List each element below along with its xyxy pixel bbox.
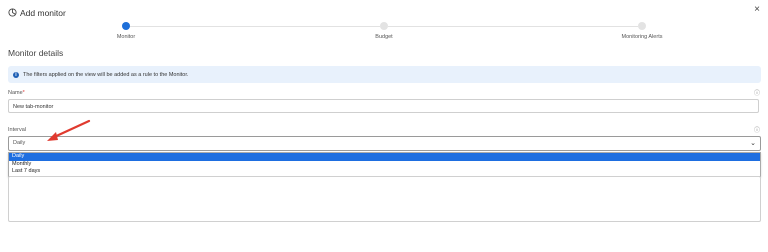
annotation-arrow-icon [47,119,91,141]
